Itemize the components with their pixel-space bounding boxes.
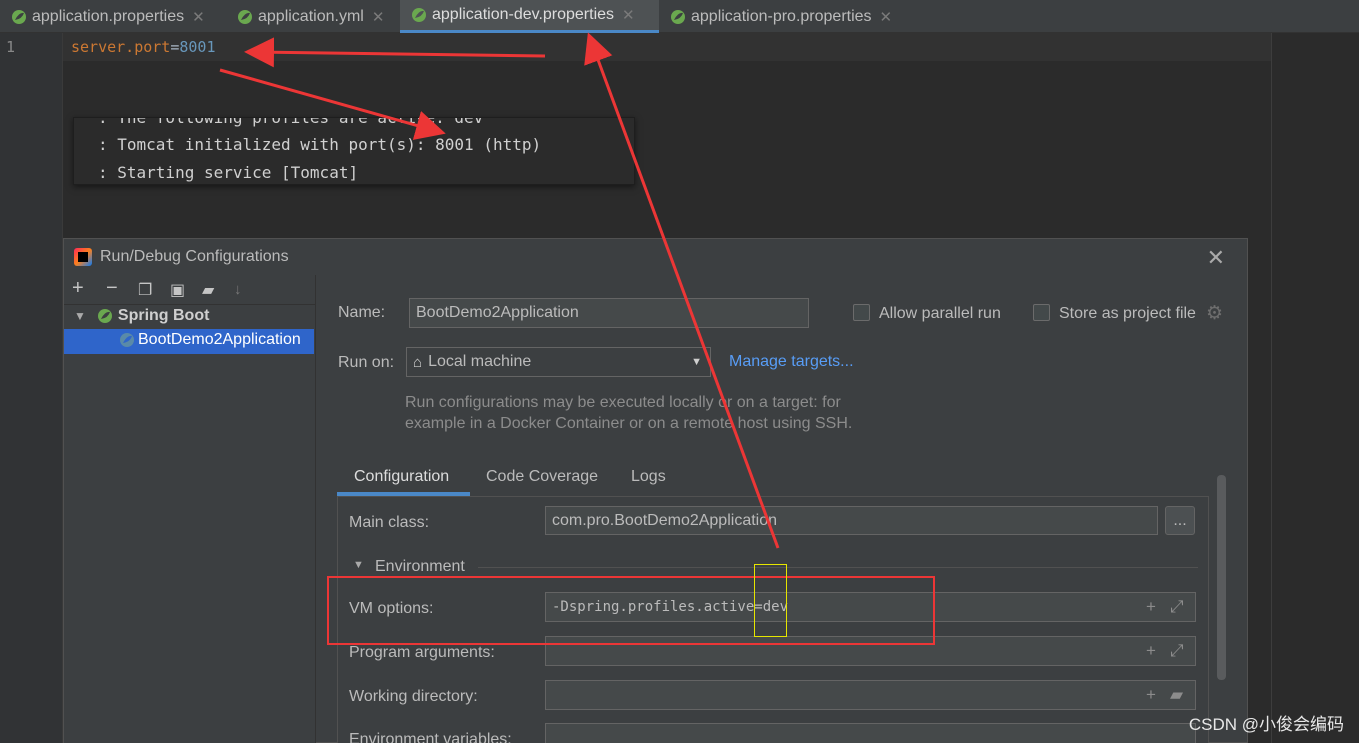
profile-highlight-box: [754, 564, 787, 637]
arrow-to-dev-tab: [584, 32, 780, 549]
arrow-to-port: [244, 37, 546, 68]
arrow-to-console: [219, 68, 446, 140]
vm-options-highlight-box: [327, 576, 935, 645]
watermark: CSDN @小俊会编码: [1188, 715, 1344, 734]
